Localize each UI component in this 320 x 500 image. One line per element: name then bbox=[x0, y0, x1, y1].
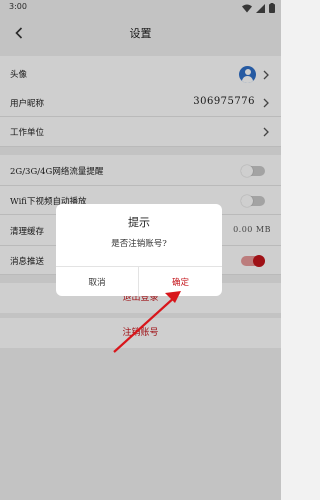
confirm-dialog: 提示 是否注销账号? 取消 确定 bbox=[56, 204, 222, 296]
dialog-title: 提示 bbox=[128, 216, 150, 229]
dialog-button-bar: 取消 确定 bbox=[56, 266, 222, 296]
cancel-button[interactable]: 取消 bbox=[56, 267, 139, 296]
confirm-button[interactable]: 确定 bbox=[139, 267, 222, 296]
dialog-message: 是否注销账号? bbox=[111, 239, 167, 249]
